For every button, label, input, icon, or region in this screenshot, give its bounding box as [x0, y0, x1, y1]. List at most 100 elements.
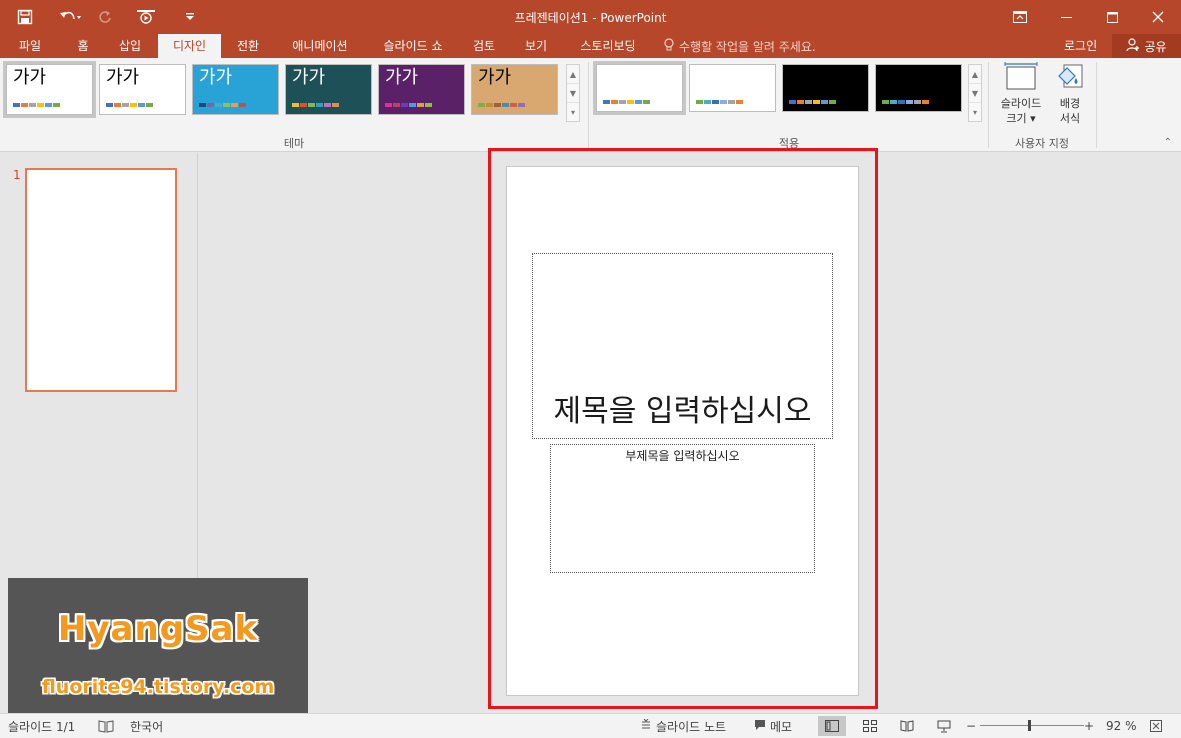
- undo-icon[interactable]: [50, 0, 90, 34]
- comment-icon: [754, 719, 766, 734]
- gallery-more-icon[interactable]: ▾: [969, 103, 981, 122]
- share-label: 공유: [1144, 39, 1167, 54]
- tab-storyboarding[interactable]: 스토리보딩: [570, 34, 646, 58]
- gallery-up-icon[interactable]: ▲: [969, 65, 981, 84]
- slide-thumbnail[interactable]: [25, 168, 177, 392]
- variant-color-swatches: [789, 100, 836, 104]
- gallery-down-icon[interactable]: ▼: [567, 84, 579, 103]
- sign-in-link[interactable]: 로그인: [1064, 34, 1097, 58]
- theme-sample-text: 가가: [199, 67, 233, 88]
- format-background-icon: [1055, 62, 1085, 96]
- format-background-label-2: 서식: [1059, 112, 1081, 125]
- zoom-slider-track[interactable]: [980, 725, 1084, 726]
- theme-thumbnail[interactable]: 가가: [3, 61, 96, 118]
- tab-animations[interactable]: 애니메이션: [282, 34, 358, 58]
- slide-size-label-2: 크기 ▾: [1006, 112, 1036, 125]
- slide-show-view-icon[interactable]: [930, 716, 958, 736]
- slide-size-label-text: 크기: [1006, 112, 1027, 125]
- reading-view-icon[interactable]: [893, 716, 921, 736]
- variants-gallery: [593, 61, 966, 122]
- gallery-down-icon[interactable]: ▼: [969, 84, 981, 103]
- theme-sample-text: 가가: [106, 67, 140, 88]
- tab-review[interactable]: 검토: [464, 34, 504, 58]
- theme-color-swatches: [292, 103, 339, 107]
- notes-label: 슬라이드 노트: [656, 719, 727, 734]
- close-icon[interactable]: [1135, 0, 1181, 34]
- minimize-icon[interactable]: [1043, 0, 1089, 34]
- collapse-ribbon-icon[interactable]: ⌃: [1164, 137, 1172, 148]
- share-button[interactable]: 공유: [1112, 34, 1181, 58]
- person-add-icon: [1126, 37, 1140, 55]
- ribbon-design: 가가 가가 가가 가가 가가 가가 ▲ ▼ ▾ 테마 ▲ ▼ ▾ 적용 슬라이드 크기 ▾…: [0, 58, 1181, 152]
- start-from-beginning-icon[interactable]: [120, 0, 172, 34]
- slide-thumbnail-number: 1: [13, 168, 21, 182]
- variant-thumbnail[interactable]: [782, 64, 869, 112]
- group-separator: [988, 62, 989, 148]
- tab-file[interactable]: 파일: [8, 34, 52, 58]
- theme-sample-text: 가가: [478, 67, 512, 88]
- title-bar: 프레젠테이션1 - PowerPoint: [0, 0, 1181, 34]
- subtitle-placeholder[interactable]: 부제목을 입력하십시오: [550, 444, 815, 573]
- redo-icon[interactable]: [90, 0, 120, 34]
- zoom-in-icon[interactable]: +: [1084, 714, 1094, 738]
- variant-thumbnail[interactable]: [689, 64, 776, 112]
- watermark-name: HyangSak: [57, 609, 259, 649]
- variant-thumbnail[interactable]: [593, 61, 686, 115]
- theme-thumbnail[interactable]: 가가: [99, 64, 186, 115]
- fit-to-window-icon[interactable]: [1150, 714, 1162, 738]
- title-placeholder[interactable]: 제목을 입력하십시오: [532, 253, 833, 439]
- theme-thumbnail[interactable]: 가가: [285, 64, 372, 115]
- spelling-icon[interactable]: [98, 714, 114, 738]
- theme-color-swatches: [385, 103, 432, 107]
- zoom-out-icon[interactable]: −: [966, 714, 976, 738]
- ribbon-display-options-icon[interactable]: [997, 0, 1043, 34]
- tab-transitions[interactable]: 전환: [228, 34, 268, 58]
- slide-size-button[interactable]: 슬라이드 크기 ▾: [995, 62, 1047, 126]
- theme-thumbnail[interactable]: 가가: [192, 64, 279, 115]
- comments-label: 메모: [770, 719, 793, 734]
- variants-gallery-scroll[interactable]: ▲ ▼ ▾: [968, 64, 982, 122]
- tell-me-text: 수행할 작업을 알려 주세요.: [679, 39, 816, 54]
- tab-design[interactable]: 디자인: [158, 34, 221, 59]
- theme-sample-text: 가가: [13, 67, 47, 88]
- language-indicator[interactable]: 한국어: [130, 714, 163, 738]
- ribbon-tabs: 파일 홈 삽입 디자인 전환 애니메이션 슬라이드 쇼 검토 보기 스토리보딩 …: [0, 34, 1181, 59]
- watermark-url: fluorite94.tistory.com: [41, 676, 275, 698]
- watermark-overlay: HyangSak fluorite94.tistory.com: [8, 578, 308, 726]
- notes-button[interactable]: 슬라이드 노트: [640, 714, 726, 738]
- customize-qat-icon[interactable]: [172, 0, 208, 34]
- slide-sorter-icon[interactable]: [856, 716, 884, 736]
- theme-thumbnail[interactable]: 가가: [471, 64, 558, 115]
- theme-thumbnail[interactable]: 가가: [378, 64, 465, 115]
- variant-color-swatches: [696, 100, 743, 104]
- variant-color-swatches: [603, 100, 650, 104]
- tell-me-box[interactable]: 수행할 작업을 알려 주세요.: [664, 34, 816, 58]
- themes-gallery-scroll[interactable]: ▲ ▼ ▾: [566, 64, 580, 122]
- variant-thumbnail[interactable]: [875, 64, 962, 112]
- slide-size-icon: [1004, 62, 1038, 96]
- quick-access-toolbar: [0, 0, 208, 34]
- save-icon[interactable]: [0, 0, 50, 34]
- window-controls: [997, 0, 1181, 34]
- tab-view[interactable]: 보기: [516, 34, 556, 58]
- tab-home[interactable]: 홈: [66, 34, 100, 58]
- theme-sample-text: 가가: [385, 67, 419, 88]
- tab-slide-show[interactable]: 슬라이드 쇼: [372, 34, 454, 58]
- normal-view-icon[interactable]: [818, 716, 846, 736]
- zoom-slider-thumb[interactable]: [1028, 720, 1031, 731]
- slide-count[interactable]: 슬라이드 1/1: [8, 714, 75, 738]
- zoom-level[interactable]: 92 %: [1106, 714, 1137, 738]
- gallery-more-icon[interactable]: ▾: [567, 103, 579, 122]
- gallery-up-icon[interactable]: ▲: [567, 65, 579, 84]
- status-bar: 슬라이드 1/1 한국어 슬라이드 노트 메모 − + 92 %: [0, 713, 1181, 738]
- maximize-icon[interactable]: [1089, 0, 1135, 34]
- notes-icon: [640, 718, 652, 734]
- variants-group-label: 적용: [778, 137, 800, 150]
- theme-color-swatches: [199, 103, 246, 107]
- tab-insert[interactable]: 삽입: [110, 34, 150, 58]
- comments-button[interactable]: 메모: [754, 714, 792, 738]
- format-background-button[interactable]: 배경 서식: [1050, 62, 1090, 126]
- lightbulb-icon: [664, 37, 674, 55]
- title-placeholder-text: 제목을 입력하십시오: [553, 394, 812, 429]
- subtitle-placeholder-text: 부제목을 입력하십시오: [625, 449, 740, 463]
